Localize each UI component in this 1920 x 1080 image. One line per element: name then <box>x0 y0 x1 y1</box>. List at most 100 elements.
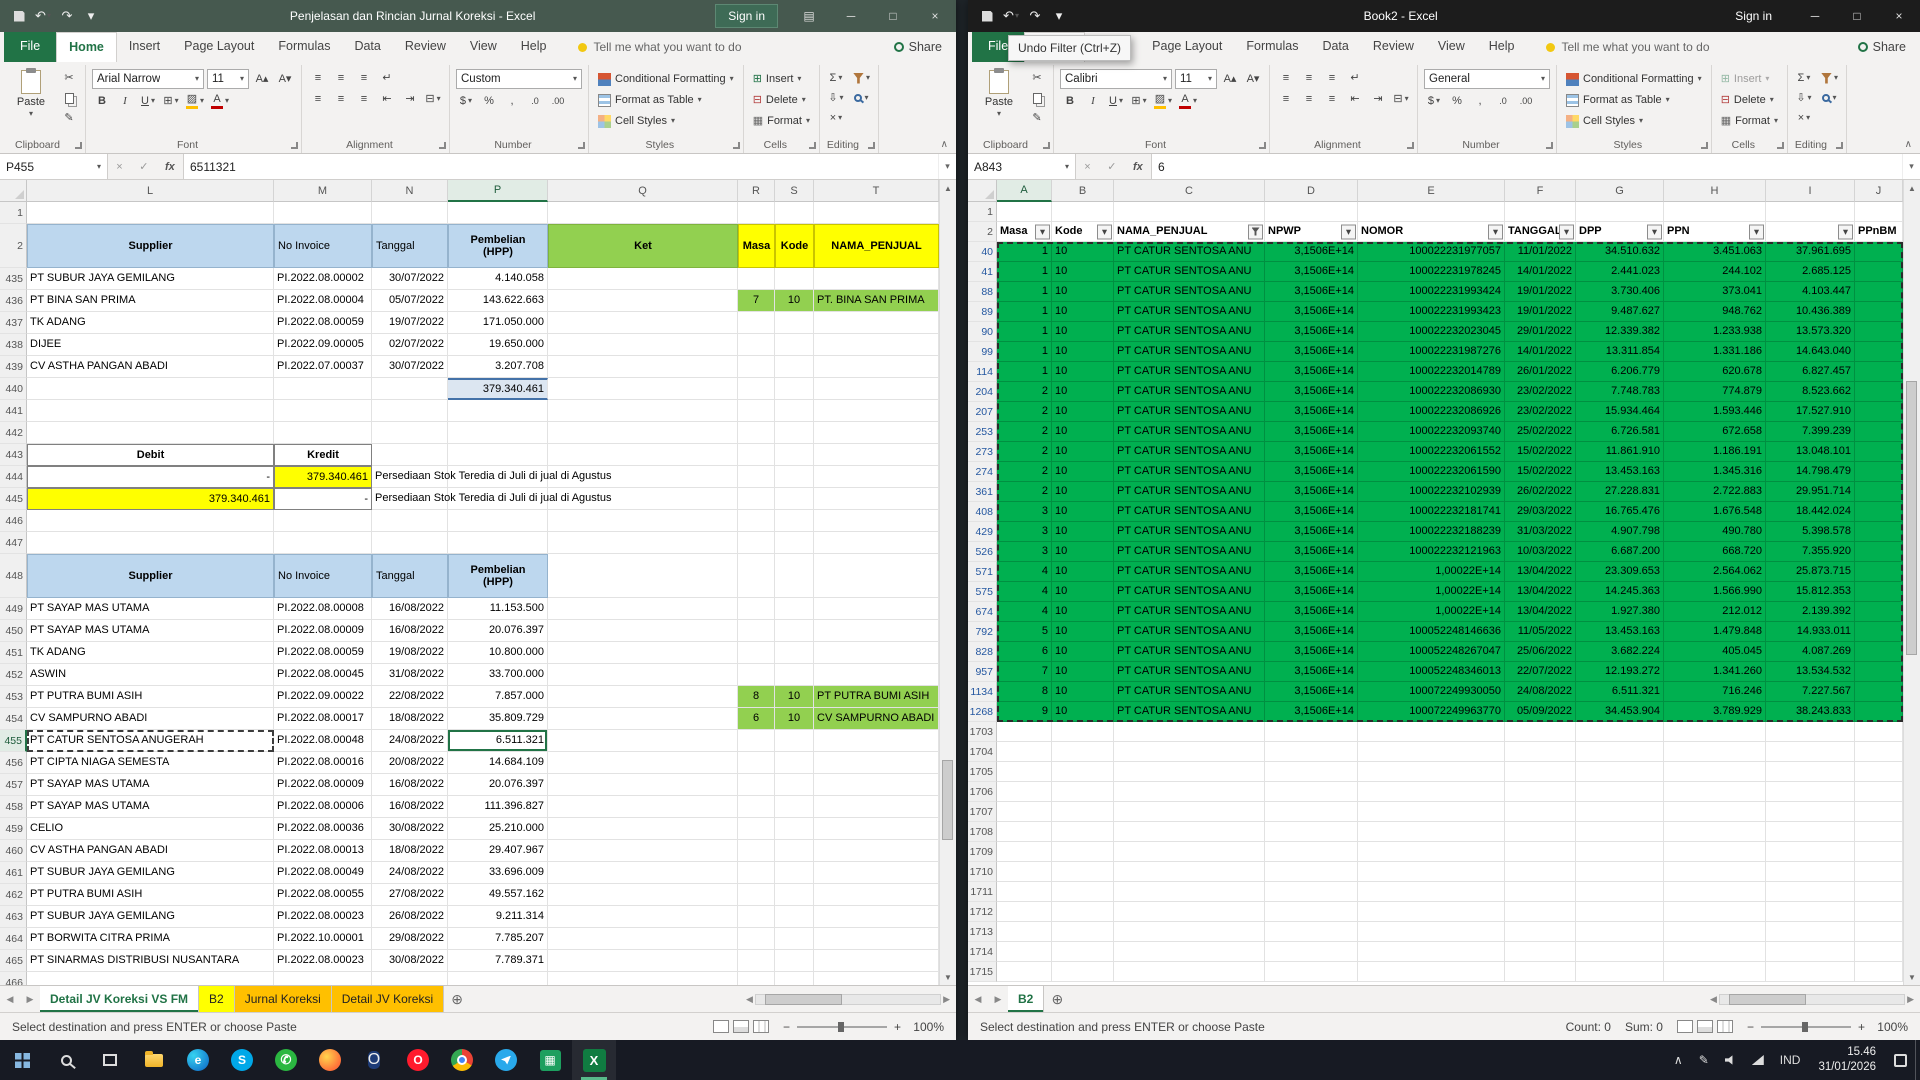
cell-Q466[interactable] <box>548 972 738 985</box>
cell-T435[interactable] <box>814 268 939 290</box>
cell-R438[interactable] <box>738 334 775 356</box>
cell-J1708[interactable] <box>1855 822 1903 842</box>
cell-B204[interactable]: 10 <box>1052 382 1114 402</box>
cell-D41[interactable]: 3,1506E+14 <box>1265 262 1358 282</box>
cell-L451[interactable]: TK ADANG <box>27 642 274 664</box>
cell-N442[interactable] <box>372 422 448 444</box>
minimize-button[interactable]: ─ <box>1794 0 1836 32</box>
cell-T451[interactable] <box>814 642 939 664</box>
cell-L442[interactable] <box>27 422 274 444</box>
cell-Q464[interactable] <box>548 928 738 950</box>
cell-B253[interactable]: 10 <box>1052 422 1114 442</box>
cell-I1704[interactable] <box>1766 742 1855 762</box>
zoom-in-icon[interactable]: + <box>894 1020 901 1034</box>
cell-styles-button[interactable]: Cell Styles▾ <box>595 111 737 131</box>
cell-I88[interactable]: 4.103.447 <box>1766 282 1855 302</box>
cell-J1703[interactable] <box>1855 722 1903 742</box>
volume-icon[interactable] <box>1717 1040 1744 1080</box>
filter-dropdown-icon[interactable]: ▾ <box>1559 224 1574 239</box>
cell-F1712[interactable] <box>1505 902 1576 922</box>
cell-Q450[interactable] <box>548 620 738 642</box>
cell-I1708[interactable] <box>1766 822 1855 842</box>
cell-I526[interactable]: 7.355.920 <box>1766 542 1855 562</box>
cell-F1707[interactable] <box>1505 802 1576 822</box>
cell-M463[interactable]: PI.2022.08.00023 <box>274 906 372 928</box>
cell-B207[interactable]: 10 <box>1052 402 1114 422</box>
cell-D1713[interactable] <box>1265 922 1358 942</box>
cell-C1714[interactable] <box>1114 942 1265 962</box>
cell-S439[interactable] <box>775 356 814 378</box>
zoom-level[interactable]: 100% <box>908 1020 944 1034</box>
cell-R2[interactable]: Masa <box>738 224 775 268</box>
cell-P448[interactable]: Pembelian (HPP) <box>448 554 548 598</box>
cell-F1703[interactable] <box>1505 722 1576 742</box>
cell-F1706[interactable] <box>1505 782 1576 802</box>
tell-me-box[interactable]: Tell me what you want to do <box>1538 32 1717 62</box>
cell-D273[interactable]: 3,1506E+14 <box>1265 442 1358 462</box>
cell-J828[interactable] <box>1855 642 1903 662</box>
cell-P463[interactable]: 9.211.314 <box>448 906 548 928</box>
font-color-button[interactable]: A▾ <box>1177 92 1199 110</box>
taskbar-excel-icon[interactable]: X <box>572 1040 616 1080</box>
cell-J1715[interactable] <box>1855 962 1903 982</box>
format-button[interactable]: ▦Format▾ <box>1718 111 1781 131</box>
cell-F1268[interactable]: 05/09/2022 <box>1505 702 1576 722</box>
row-header-457[interactable]: 457 <box>0 774 27 796</box>
cell-G90[interactable]: 12.339.382 <box>1576 322 1664 342</box>
cell-D274[interactable]: 3,1506E+14 <box>1265 462 1358 482</box>
scroll-up-icon[interactable]: ▲ <box>1904 180 1920 196</box>
row-header-445[interactable]: 445 <box>0 488 27 510</box>
cell-N464[interactable]: 29/08/2022 <box>372 928 448 950</box>
maximize-button[interactable]: □ <box>872 0 914 32</box>
cell-A1707[interactable] <box>997 802 1052 822</box>
cell-D90[interactable]: 3,1506E+14 <box>1265 322 1358 342</box>
cell-E114[interactable]: 100022232014789 <box>1358 362 1505 382</box>
cell-S438[interactable] <box>775 334 814 356</box>
cell-C2[interactable]: NAMA_PENJUAL <box>1114 222 1265 242</box>
cell-T440[interactable] <box>814 378 939 400</box>
cell-R442[interactable] <box>738 422 775 444</box>
sheet-tab-detail-jv-koreksi[interactable]: Detail JV Koreksi <box>332 986 444 1012</box>
conditional-formatting-button[interactable]: Conditional Formatting▾ <box>1563 69 1705 89</box>
cell-E1268[interactable]: 100072249963770 <box>1358 702 1505 722</box>
cell-D99[interactable]: 3,1506E+14 <box>1265 342 1358 362</box>
cell-G1705[interactable] <box>1576 762 1664 782</box>
cell-J957[interactable] <box>1855 662 1903 682</box>
cell-H792[interactable]: 1.479.848 <box>1664 622 1766 642</box>
sheet-tab-b2[interactable]: B2 <box>1008 986 1044 1012</box>
cell-Q439[interactable] <box>548 356 738 378</box>
cell-N455[interactable]: 24/08/2022 <box>372 730 448 752</box>
taskbar-chrome-icon[interactable] <box>440 1040 484 1080</box>
row-header-1708[interactable]: 1708 <box>968 822 997 842</box>
column-header-J[interactable]: J <box>1855 180 1903 202</box>
cell-M454[interactable]: PI.2022.08.00017 <box>274 708 372 730</box>
cell-F575[interactable]: 13/04/2022 <box>1505 582 1576 602</box>
cell-E408[interactable]: 100022232181741 <box>1358 502 1505 522</box>
cell-B1708[interactable] <box>1052 822 1114 842</box>
row-header-437[interactable]: 437 <box>0 312 27 334</box>
cell-F1[interactable] <box>1505 202 1576 222</box>
cell-I2[interactable]: ▾ <box>1766 222 1855 242</box>
row-header-442[interactable]: 442 <box>0 422 27 444</box>
cell-R445[interactable] <box>738 488 775 510</box>
cell-A2[interactable]: Masa▾ <box>997 222 1052 242</box>
cell-C207[interactable]: PT CATUR SENTOSA ANU <box>1114 402 1265 422</box>
cell-P440[interactable]: 379.340.461 <box>448 378 548 400</box>
cell-N456[interactable]: 20/08/2022 <box>372 752 448 774</box>
cell-M456[interactable]: PI.2022.08.00016 <box>274 752 372 774</box>
cell-C828[interactable]: PT CATUR SENTOSA ANU <box>1114 642 1265 662</box>
dialog-launcher-icon[interactable] <box>1043 142 1050 149</box>
cell-L2[interactable]: Supplier <box>27 224 274 268</box>
paste-button[interactable]: Paste▾ <box>8 67 54 118</box>
cell-N452[interactable]: 31/08/2022 <box>372 664 448 686</box>
row-header-1713[interactable]: 1713 <box>968 922 997 942</box>
cell-A253[interactable]: 2 <box>997 422 1052 442</box>
cell-B1711[interactable] <box>1052 882 1114 902</box>
cell-E1707[interactable] <box>1358 802 1505 822</box>
cell-B274[interactable]: 10 <box>1052 462 1114 482</box>
cell-S444[interactable] <box>775 466 814 488</box>
row-header-526[interactable]: 526 <box>968 542 997 562</box>
cell-P435[interactable]: 4.140.058 <box>448 268 548 290</box>
filter-dropdown-icon[interactable]: ▾ <box>1838 224 1853 239</box>
percent-style-button[interactable]: % <box>479 92 499 110</box>
